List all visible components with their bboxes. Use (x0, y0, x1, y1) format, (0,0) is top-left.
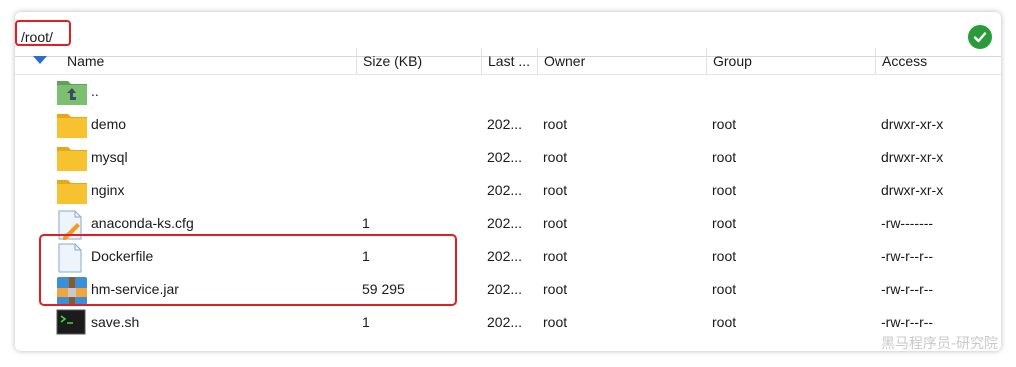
row-last-modified: 202... (487, 248, 523, 264)
row-group: root (712, 149, 737, 165)
row-name: hm-service.jar (91, 281, 179, 297)
row-size: 59 295 (362, 281, 405, 297)
row-name: anaconda-ks.cfg (91, 215, 194, 231)
row-last-modified: 202... (487, 281, 523, 297)
file-row[interactable]: Dockerfile 1 202... root root -rw-r--r-- (15, 240, 1001, 273)
row-name: demo (91, 116, 127, 132)
row-group: root (712, 281, 737, 297)
column-size[interactable]: Size (KB) (356, 48, 481, 74)
row-access: -rw-r--r-- (881, 281, 934, 297)
row-group: root (712, 182, 737, 198)
row-name: save.sh (91, 314, 140, 330)
row-owner: root (543, 281, 568, 297)
row-last-modified: 202... (487, 182, 523, 198)
file-row[interactable]: hm-service.jar 59 295 202... root root -rw-r-… (15, 273, 1001, 306)
row-name: mysql (91, 149, 128, 165)
row-group: root (712, 215, 737, 231)
watermark: 黑马程序员-研究院 (880, 336, 998, 352)
file-row[interactable]: mysql 202... root root drwxr-xr-x (15, 141, 1001, 174)
row-last-modified: 202... (487, 314, 523, 330)
row-size: 1 (362, 248, 370, 264)
column-access[interactable]: Access (875, 48, 1001, 74)
row-last-modified: 202... (487, 149, 523, 165)
folder-icon (56, 177, 88, 208)
file-browser-panel: Name Size (KB) Last ... Owner Group Acce… (15, 12, 1001, 351)
row-size: 1 (362, 215, 370, 231)
column-header: Name Size (KB) Last ... Owner Group Acce… (15, 48, 1001, 75)
file-icon (56, 243, 84, 276)
row-group: root (712, 314, 737, 330)
jar-archive-icon (56, 276, 88, 309)
row-name: nginx (91, 182, 125, 198)
sort-descending-icon[interactable] (33, 56, 47, 64)
folder-icon (56, 111, 88, 142)
row-last-modified: 202... (487, 215, 523, 231)
file-row[interactable]: anaconda-ks.cfg 1 202... root root -rw------- (15, 207, 1001, 240)
row-owner: root (543, 215, 568, 231)
column-last-modified[interactable]: Last ... (481, 48, 537, 74)
config-file-icon (56, 210, 84, 243)
row-owner: root (543, 248, 568, 264)
row-owner: root (543, 149, 568, 165)
row-access: drwxr-xr-x (881, 182, 944, 198)
check-circle-icon[interactable] (968, 25, 992, 49)
row-access: drwxr-xr-x (881, 116, 944, 132)
row-owner: root (543, 116, 568, 132)
row-last-modified: 202... (487, 116, 523, 132)
file-row[interactable]: .. (15, 75, 1001, 108)
row-name: Dockerfile (91, 248, 154, 264)
column-owner[interactable]: Owner (537, 48, 706, 74)
row-owner: root (543, 182, 568, 198)
row-size: 1 (362, 314, 370, 330)
row-name: .. (91, 83, 99, 99)
file-row[interactable]: save.sh 1 202... root root -rw-r--r-- (15, 306, 1001, 339)
row-group: root (712, 116, 737, 132)
file-row[interactable]: demo 202... root root drwxr-xr-x (15, 108, 1001, 141)
folder-icon (56, 144, 88, 175)
file-row[interactable]: nginx 202... root root drwxr-xr-x (15, 174, 1001, 207)
row-access: -rw------- (881, 215, 934, 231)
row-access: -rw-r--r-- (881, 248, 934, 264)
row-access: drwxr-xr-x (881, 149, 944, 165)
parent-folder-icon (56, 78, 88, 109)
row-owner: root (543, 314, 568, 330)
column-name[interactable]: Name (61, 48, 356, 74)
column-group[interactable]: Group (706, 48, 875, 74)
row-group: root (712, 248, 737, 264)
terminal-script-icon (56, 309, 86, 338)
